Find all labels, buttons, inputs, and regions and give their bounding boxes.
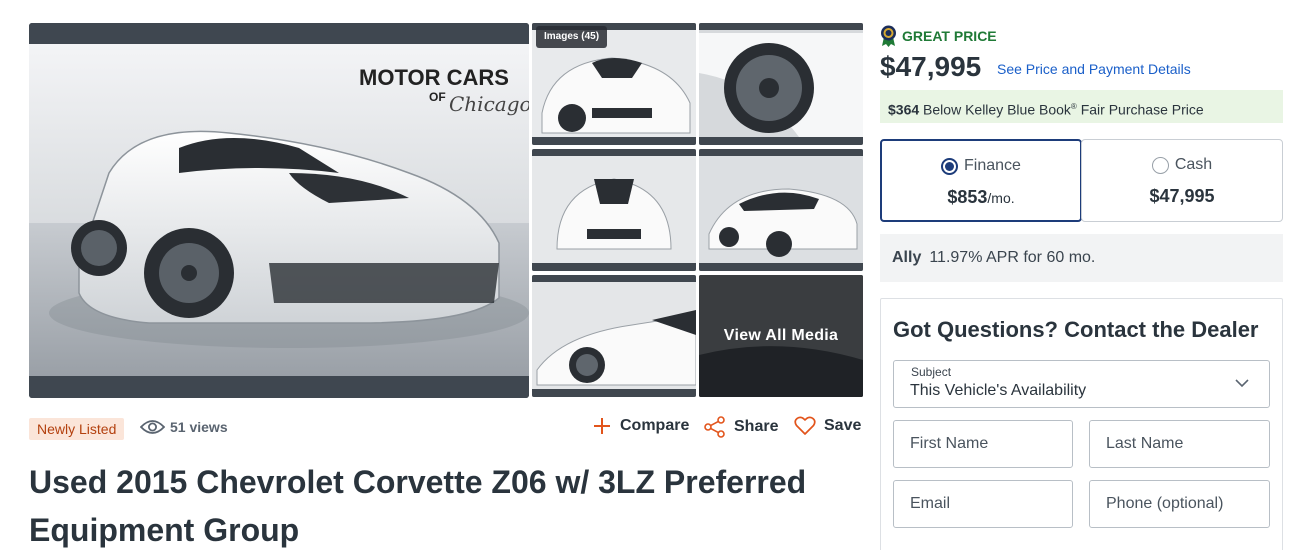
compare-label: Compare <box>620 417 690 434</box>
subject-value: This Vehicle's Availability <box>910 382 1087 399</box>
images-count-badge: Images (45) <box>536 26 608 48</box>
price-details-link[interactable]: See Price and Payment Details <box>997 61 1191 77</box>
save-label: Save <box>824 417 862 434</box>
first-name-field[interactable]: First Name <box>893 420 1073 468</box>
view-all-media-button[interactable]: View All Media <box>699 275 863 397</box>
view-all-media-tile[interactable]: View All Media <box>699 275 863 397</box>
email-field[interactable]: Email <box>893 480 1073 528</box>
main-photo-image: MOTOR CARS OF Chicago <box>29 23 529 398</box>
photo-gallery: MOTOR CARS OF Chicago View All Media <box>29 23 863 398</box>
eye-icon <box>140 420 165 434</box>
plus-icon <box>594 418 610 434</box>
vehicle-price: $47,995 <box>880 51 982 82</box>
finance-option[interactable]: Finance $853/mo. <box>880 139 1082 222</box>
subject-label: Subject <box>911 365 952 379</box>
financing-terms: Ally 11.97% APR for 60 mo. <box>880 234 1283 282</box>
thumbnail-2[interactable] <box>699 23 863 145</box>
heart-icon <box>794 416 816 435</box>
phone-field[interactable]: Phone (optional) <box>1089 480 1270 528</box>
main-photo[interactable]: MOTOR CARS OF Chicago <box>29 23 529 398</box>
cash-radio[interactable] <box>1151 156 1169 174</box>
kbb-text: Below Kelley Blue Book <box>923 101 1071 118</box>
cash-amount: $47,995 <box>1149 186 1215 206</box>
cash-label: Cash <box>1174 156 1213 173</box>
kbb-amount: $364 <box>888 101 920 118</box>
kbb-text-suffix: Fair Purchase Price <box>1080 101 1204 118</box>
save-button[interactable]: Save <box>794 416 861 436</box>
great-price-ribbon-icon <box>881 25 896 47</box>
finance-amount: $853 <box>947 187 988 207</box>
views-count: 51 views <box>140 419 228 435</box>
share-label: Share <box>734 418 779 435</box>
vehicle-title: Used 2015 Chevrolet Corvette Z06 w/ 3LZ … <box>29 464 807 548</box>
contact-heading: Got Questions? Contact the Dealer <box>893 317 1259 342</box>
svg-text:OF: OF <box>429 90 446 104</box>
dealer-logo: MOTOR CARS <box>359 65 509 90</box>
price-rating: GREAT PRICE <box>880 25 997 47</box>
cash-option[interactable]: Cash $47,995 <box>1081 139 1283 222</box>
subject-select[interactable]: Subject This Vehicle's Availability <box>893 360 1270 408</box>
compare-button[interactable]: Compare <box>592 416 689 436</box>
finance-radio[interactable] <box>941 157 959 175</box>
kbb-price-comparison: $364 Below Kelley Blue Book® Fair Purcha… <box>880 90 1283 123</box>
thumbnail-3[interactable] <box>532 149 696 271</box>
last-name-field[interactable]: Last Name <box>1089 420 1270 468</box>
finance-label: Finance <box>964 157 1021 174</box>
thumbnail-4[interactable] <box>699 149 863 271</box>
apr-text: 11.97% APR for 60 mo. <box>929 249 1096 266</box>
newly-listed-badge: Newly Listed <box>29 418 125 440</box>
svg-text:Chicago: Chicago <box>449 92 529 116</box>
share-button[interactable]: Share <box>704 416 778 438</box>
contact-dealer-form: Got Questions? Contact the Dealer Subjec… <box>880 298 1283 550</box>
thumbnail-5[interactable] <box>532 275 696 397</box>
lender-name: Ally <box>892 249 922 266</box>
price-rating-label: GREAT PRICE <box>902 28 997 44</box>
share-icon <box>704 416 725 438</box>
chevron-down-icon <box>1235 379 1249 388</box>
views-label: 51 views <box>170 419 228 435</box>
